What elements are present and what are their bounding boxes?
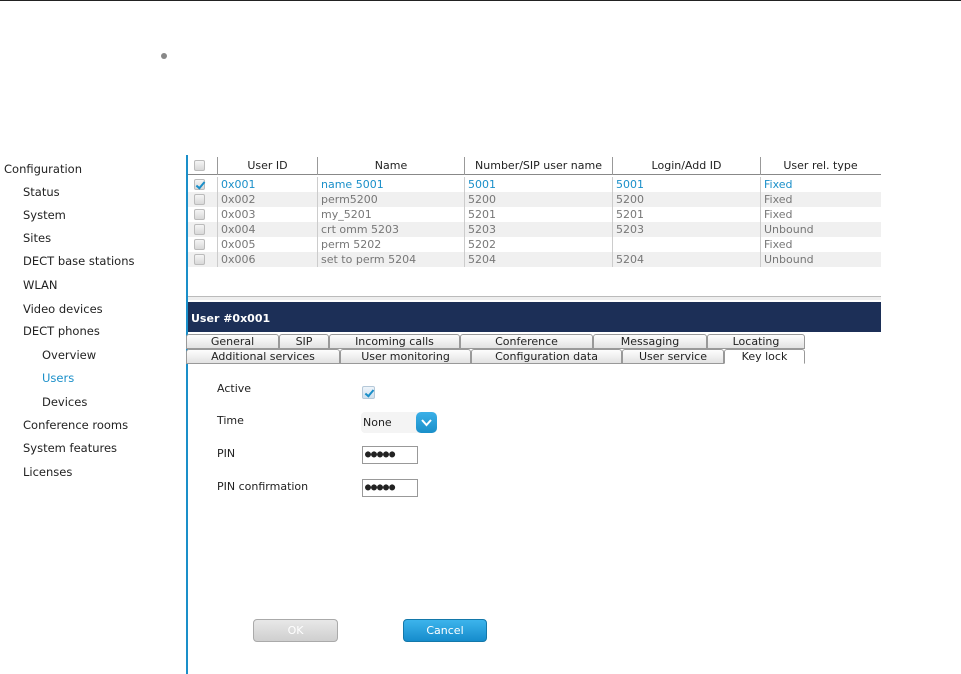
- cell-number: 5203: [464, 222, 612, 237]
- sidebar-item-overview[interactable]: Overview: [42, 348, 96, 362]
- row-checkbox[interactable]: [194, 239, 205, 250]
- users-table: User ID Name Number/SIP user name Login/…: [188, 155, 881, 300]
- column-header-number[interactable]: Number/SIP user name: [464, 157, 612, 175]
- row-checkbox[interactable]: [194, 254, 205, 265]
- column-header-login[interactable]: Login/Add ID: [612, 157, 760, 175]
- table-header: User ID Name Number/SIP user name Login/…: [188, 155, 881, 175]
- sidebar-item-configuration[interactable]: Configuration: [4, 162, 82, 176]
- cell-name: perm5200: [317, 192, 464, 207]
- time-select-value: None: [363, 416, 392, 429]
- cell-number: 5204: [464, 252, 612, 267]
- sidebar-item-wlan[interactable]: WLAN: [23, 278, 58, 292]
- cell-name: perm 5202: [317, 237, 464, 252]
- column-header-name[interactable]: Name: [317, 157, 464, 175]
- tab-locating[interactable]: Locating: [707, 334, 805, 349]
- tab-incoming-calls[interactable]: Incoming calls: [329, 334, 460, 349]
- tab-user-service[interactable]: User service: [622, 349, 724, 364]
- pin-input[interactable]: ●●●●●: [362, 446, 418, 464]
- tab-conference[interactable]: Conference: [460, 334, 593, 349]
- sidebar-item-dect-base-stations[interactable]: DECT base stations: [23, 254, 134, 268]
- cell-login: 5204: [612, 252, 760, 267]
- cell-type: Unbound: [760, 222, 880, 237]
- tab-sip[interactable]: SIP: [279, 334, 329, 349]
- cell-user-id: 0x002: [217, 192, 317, 207]
- tab-configuration-data[interactable]: Configuration data: [471, 349, 622, 364]
- sidebar-item-system[interactable]: System: [23, 208, 66, 222]
- column-header-user-rel-type[interactable]: User rel. type: [760, 157, 880, 175]
- cell-name: set to perm 5204: [317, 252, 464, 267]
- pin-confirmation-input[interactable]: ●●●●●: [362, 479, 418, 497]
- cell-login: 5200: [612, 192, 760, 207]
- active-label: Active: [217, 382, 252, 395]
- cell-user-id: 0x004: [217, 222, 317, 237]
- sidebar-item-video-devices[interactable]: Video devices: [23, 302, 103, 316]
- sidebar-item-conference-rooms[interactable]: Conference rooms: [23, 418, 128, 432]
- sidebar-item-users[interactable]: Users: [42, 371, 74, 385]
- cell-type: Fixed: [760, 177, 880, 192]
- cell-number: 5001: [464, 177, 612, 192]
- pin-label: PIN: [217, 447, 236, 460]
- cancel-button[interactable]: Cancel: [403, 619, 487, 642]
- cell-type: Fixed: [760, 207, 880, 222]
- cell-type: Unbound: [760, 252, 880, 267]
- cell-login: 5203: [612, 222, 760, 237]
- tab-additional-services[interactable]: Additional services: [186, 349, 340, 364]
- table-row[interactable]: 0x005 perm 5202 5202 Fixed: [188, 237, 881, 252]
- table-row[interactable]: 0x002 perm5200 5200 5200 Fixed: [188, 192, 881, 207]
- cell-login: 5201: [612, 207, 760, 222]
- time-label: Time: [217, 414, 244, 427]
- chevron-down-icon[interactable]: [416, 412, 437, 433]
- detail-title: User #0x001: [188, 302, 881, 332]
- cell-number: 5202: [464, 237, 612, 252]
- column-header-user-id[interactable]: User ID: [217, 157, 317, 175]
- cell-login: [612, 237, 760, 252]
- top-divider: [0, 0, 961, 1]
- row-checkbox[interactable]: [194, 209, 205, 220]
- cell-name: crt omm 5203: [317, 222, 464, 237]
- horizontal-scrollbar[interactable]: [188, 297, 881, 300]
- cell-user-id: 0x005: [217, 237, 317, 252]
- row-checkbox[interactable]: [194, 224, 205, 235]
- pin-confirmation-label: PIN confirmation: [217, 480, 309, 493]
- cell-type: Fixed: [760, 192, 880, 207]
- table-row[interactable]: 0x001 name 5001 5001 5001 Fixed: [188, 177, 881, 192]
- ok-button[interactable]: OK: [253, 619, 338, 642]
- cell-type: Fixed: [760, 237, 880, 252]
- sidebar-item-sites[interactable]: Sites: [23, 231, 51, 245]
- cell-name: name 5001: [317, 177, 464, 192]
- table-row[interactable]: 0x004 crt omm 5203 5203 5203 Unbound: [188, 222, 881, 237]
- sidebar-item-system-features[interactable]: System features: [23, 441, 117, 455]
- table-row[interactable]: 0x003 my_5201 5201 5201 Fixed: [188, 207, 881, 222]
- table-row[interactable]: 0x006 set to perm 5204 5204 5204 Unbound: [188, 252, 881, 267]
- cell-name: my_5201: [317, 207, 464, 222]
- select-all-checkbox[interactable]: [194, 160, 205, 171]
- tab-user-monitoring[interactable]: User monitoring: [340, 349, 471, 364]
- tab-general[interactable]: General: [186, 334, 279, 349]
- sidebar-item-licenses[interactable]: Licenses: [23, 465, 72, 479]
- bullet-icon: [161, 53, 167, 59]
- time-select[interactable]: None: [361, 412, 437, 433]
- sidebar-item-dect-phones[interactable]: DECT phones: [23, 324, 100, 338]
- cell-number: 5201: [464, 207, 612, 222]
- tab-messaging[interactable]: Messaging: [593, 334, 707, 349]
- row-checkbox[interactable]: [194, 194, 205, 205]
- active-checkbox[interactable]: [362, 386, 375, 399]
- tab-key-lock[interactable]: Key lock: [724, 349, 805, 364]
- cell-user-id: 0x001: [217, 177, 317, 192]
- sidebar-item-status[interactable]: Status: [23, 185, 60, 199]
- cell-number: 5200: [464, 192, 612, 207]
- sidebar-item-devices[interactable]: Devices: [42, 395, 87, 409]
- cell-user-id: 0x003: [217, 207, 317, 222]
- row-checkbox[interactable]: [194, 179, 205, 190]
- cell-login: 5001: [612, 177, 760, 192]
- cell-user-id: 0x006: [217, 252, 317, 267]
